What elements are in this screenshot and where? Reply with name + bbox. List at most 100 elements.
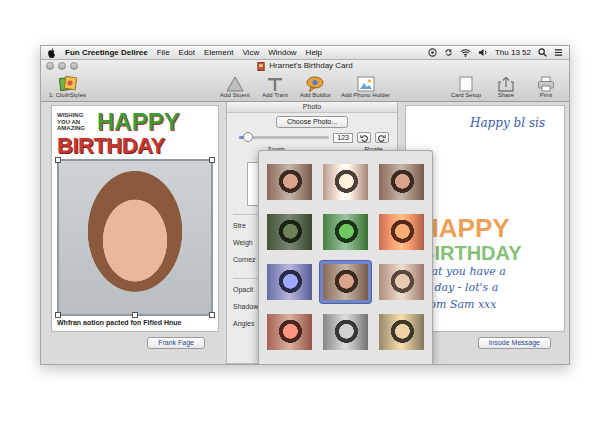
- resize-handle[interactable]: [209, 312, 215, 318]
- filter-thumbnail[interactable]: [264, 161, 315, 203]
- front-card[interactable]: WISHING YOU AN AMAZINGHAPPYBIRTHDAY Whfra…: [51, 105, 219, 332]
- menu-item[interactable]: Vicw: [242, 49, 259, 57]
- filter-thumbnail[interactable]: [320, 261, 371, 303]
- card-caption[interactable]: Whfran aotion pacted fon Flfied Hnue: [57, 319, 213, 327]
- search-icon[interactable]: [538, 48, 547, 57]
- panel-title: Photo: [227, 102, 397, 113]
- zoom-row: 123: [227, 128, 397, 143]
- filter-thumbnail[interactable]: [320, 161, 371, 203]
- filter-thumbnail[interactable]: [264, 261, 315, 303]
- toolbar: 1: ClothStyles Add Stuent Add Trant Add Bul…: [41, 73, 569, 101]
- tool-button[interactable]: Add Trant: [260, 76, 290, 100]
- status-area: Thu 13 52: [428, 48, 563, 57]
- filter-thumbnail[interactable]: [376, 211, 427, 253]
- filter-thumbnail[interactable]: [376, 311, 427, 353]
- filter-thumbnail[interactable]: [264, 211, 315, 253]
- inside-heading-line: BIRTHDAY: [420, 243, 556, 264]
- menu-clock[interactable]: Thu 13 52: [495, 49, 531, 57]
- resize-handle[interactable]: [55, 312, 61, 318]
- list-icon[interactable]: [554, 48, 563, 57]
- action-button[interactable]: Card Setup: [451, 76, 481, 100]
- filter-popover: [258, 150, 433, 364]
- filter-preview: [323, 264, 368, 300]
- card-heading-line[interactable]: BIRTHDAY: [57, 134, 213, 157]
- filter-preview: [379, 264, 424, 300]
- tool-button[interactable]: Add Stuent: [220, 76, 250, 100]
- styles-label: 1: ClothStyles: [49, 92, 86, 100]
- work-area: WISHING YOU AN AMAZINGHAPPYBIRTHDAYWhfra…: [41, 102, 569, 364]
- filter-thumbnail[interactable]: [320, 211, 371, 253]
- apple-icon[interactable]: [47, 48, 56, 58]
- inside-message-line[interactable]: from Sam xxx: [420, 297, 556, 314]
- front-button-row: Frank Fage: [51, 337, 219, 349]
- resize-handle[interactable]: [209, 157, 215, 163]
- toolbar-tools: Add Stuent Add Trant Add Buldlor Add Phono …: [220, 76, 390, 100]
- toolbar-actions: Card Setup Share Print: [441, 76, 561, 100]
- inside-heading[interactable]: HAPPYBIRTHDAY: [420, 215, 556, 263]
- card-photo[interactable]: [57, 159, 213, 316]
- heading-row: WISHING YOU AN AMAZINGHAPPY: [57, 110, 213, 134]
- card-heading-line[interactable]: HAPPY: [97, 110, 180, 134]
- photo-holder-icon: [357, 76, 375, 92]
- filter-preview: [323, 314, 368, 350]
- rotate-left-icon: [360, 134, 368, 142]
- volume-icon[interactable]: [478, 48, 488, 57]
- toolbar-left: 1: ClothStyles: [49, 76, 169, 100]
- app-window: Fun Creetinge Deliree File Edot Element Vicw…: [40, 45, 570, 365]
- action-label: Card Setup: [451, 92, 481, 100]
- window-controls: [41, 62, 131, 70]
- filter-thumbnail[interactable]: [376, 261, 427, 303]
- menu-item[interactable]: Window: [268, 49, 296, 57]
- menu-bar: Fun Creetinge Deliree File Edot Element Vicw…: [41, 46, 569, 60]
- rotate-right-button[interactable]: [375, 132, 389, 143]
- window-button[interactable]: [70, 62, 78, 70]
- filter-preview: [267, 164, 312, 200]
- inside-greeting[interactable]: Happy bl sis: [420, 116, 556, 130]
- rotate-left-button[interactable]: [357, 132, 371, 143]
- app-menu[interactable]: Fun Creetinge Deliree: [65, 49, 148, 57]
- front-page-button[interactable]: Frank Fage: [147, 337, 205, 349]
- shape-icon: [226, 76, 244, 92]
- filter-preview: [267, 314, 312, 350]
- text-icon: [266, 76, 284, 92]
- filter-thumbnail[interactable]: [264, 311, 315, 353]
- inside-message-line[interactable]: at day - lot's a: [420, 280, 556, 297]
- zoom-slider[interactable]: [239, 136, 329, 139]
- sync-icon[interactable]: [444, 48, 453, 57]
- status-icon[interactable]: [428, 48, 437, 57]
- choose-photo-button[interactable]: Choose Photo...: [276, 116, 348, 128]
- tool-label: Add Phono Holder: [341, 92, 390, 100]
- title-bar: Hrarnet's Birthday Card: [41, 60, 569, 73]
- inside-message-button[interactable]: Insode Message: [478, 337, 551, 349]
- menu-item[interactable]: Element: [204, 49, 233, 57]
- window-title-group: Hrarnet's Birthday Card: [131, 60, 479, 72]
- inside-message-line[interactable]: that you have a: [420, 264, 556, 281]
- filter-preview: [379, 164, 424, 200]
- styles-icon: [59, 76, 77, 92]
- menu-item[interactable]: File: [157, 49, 170, 57]
- window-button[interactable]: [46, 62, 54, 70]
- card-tagline[interactable]: WISHING YOU AN AMAZING: [57, 112, 93, 134]
- action-button[interactable]: Share: [491, 76, 521, 100]
- action-button[interactable]: Print: [531, 76, 561, 100]
- zoom-knob[interactable]: [243, 132, 253, 142]
- window-button[interactable]: [58, 62, 66, 70]
- print-icon: [537, 76, 555, 92]
- tool-button[interactable]: Add Phono Holder: [341, 76, 390, 100]
- action-label: Print: [540, 92, 552, 100]
- resize-handle[interactable]: [55, 157, 61, 163]
- filter-thumbnail[interactable]: [376, 161, 427, 203]
- card-heading[interactable]: WISHING YOU AN AMAZINGHAPPYBIRTHDAY: [57, 110, 213, 157]
- inside-heading-line: HAPPY: [420, 215, 556, 242]
- tool-button[interactable]: Add Buldlor: [300, 76, 331, 100]
- menu-item[interactable]: Help: [306, 49, 322, 57]
- menu-item[interactable]: Edot: [179, 49, 195, 57]
- tool-label: Add Stuent: [220, 92, 250, 100]
- action-label: Share: [498, 92, 514, 100]
- wifi-icon[interactable]: [460, 48, 471, 57]
- filter-thumbnail[interactable]: [320, 311, 371, 353]
- resize-handle[interactable]: [132, 312, 138, 318]
- styles-button[interactable]: 1: ClothStyles: [49, 76, 86, 100]
- zoom-value[interactable]: 123: [333, 133, 353, 143]
- window-title: Hrarnet's Birthday Card: [269, 60, 352, 72]
